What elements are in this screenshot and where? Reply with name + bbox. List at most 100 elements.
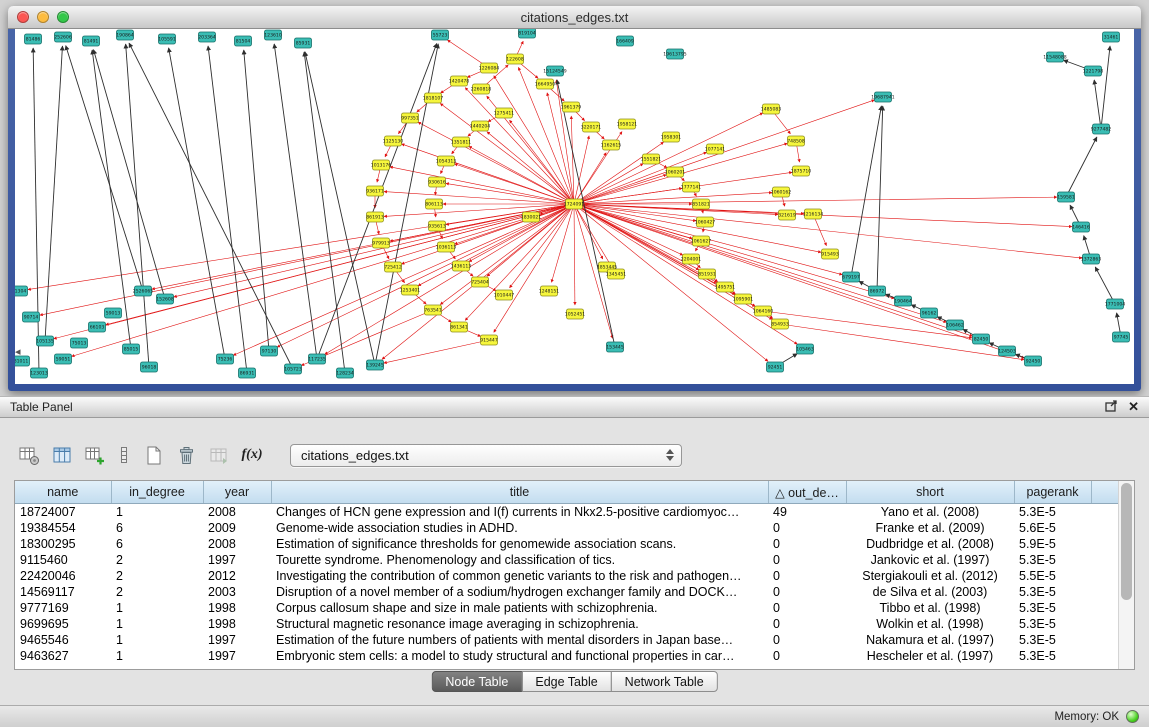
table-cell[interactable]: 9463627 — [15, 648, 111, 664]
network-node[interactable]: 1664950 — [535, 79, 556, 89]
column-header-short[interactable]: short — [846, 481, 1014, 504]
network-node[interactable]: 81491 — [83, 36, 100, 46]
table-cell[interactable]: 0 — [768, 552, 846, 568]
table-cell[interactable]: 0 — [768, 648, 846, 664]
column-header-year[interactable]: year — [203, 481, 271, 504]
network-node[interactable]: 75013 — [71, 338, 88, 348]
table-cell[interactable]: 2012 — [203, 568, 271, 584]
table-cell[interactable]: 49 — [768, 504, 846, 521]
table-cell[interactable]: Hescheler et al. (1997) — [846, 648, 1014, 664]
table-row[interactable]: 1872400712008Changes of HCN gene express… — [15, 504, 1119, 521]
new-table-icon[interactable] — [140, 442, 166, 468]
network-node[interactable]: 1958301 — [661, 132, 682, 142]
table-row[interactable]: 946362711997Embryonic stem cells: a mode… — [15, 648, 1119, 664]
close-window-button[interactable] — [17, 11, 29, 23]
network-node[interactable]: 2204001 — [681, 254, 702, 264]
collapse-arrow-icon[interactable]: ◂ — [15, 347, 21, 357]
network-node[interactable]: 97130 — [261, 346, 278, 356]
network-node[interactable]: 321619 — [778, 210, 796, 220]
column-visibility-icon[interactable] — [49, 442, 75, 468]
table-cell[interactable]: 5.3E-5 — [1014, 504, 1091, 521]
table-cell[interactable]: 5.3E-5 — [1014, 600, 1091, 616]
network-node[interactable]: 81304 — [15, 286, 28, 296]
network-node[interactable]: 1830021 — [521, 212, 542, 222]
table-row[interactable]: 2242004622012Investigating the contribut… — [15, 568, 1119, 584]
table-cell[interactable]: 1 — [111, 616, 203, 632]
zoom-window-button[interactable] — [57, 11, 69, 23]
table-cell[interactable]: de Silva et al. (2003) — [846, 584, 1014, 600]
table-cell[interactable]: 1997 — [203, 648, 271, 664]
network-node[interactable]: 124503 — [998, 346, 1016, 356]
network-node[interactable]: 1162615 — [601, 140, 622, 150]
network-node[interactable]: 166409 — [616, 36, 634, 46]
vertical-scrollbar[interactable] — [1118, 481, 1134, 669]
network-node[interactable]: 1961379 — [561, 102, 582, 112]
network-node[interactable]: 252606 — [54, 32, 72, 42]
column-header-title[interactable]: title — [271, 481, 768, 504]
network-node[interactable]: 915447 — [480, 335, 498, 345]
table-cell[interactable]: Dudbridge et al. (2008) — [846, 536, 1014, 552]
network-node[interactable]: 1875710 — [791, 166, 812, 176]
network-node[interactable]: 85015 — [123, 344, 140, 354]
network-node[interactable]: 55723 — [432, 30, 449, 40]
table-row[interactable]: 946554611997Estimation of the future num… — [15, 632, 1119, 648]
scrollbar-thumb[interactable] — [1121, 483, 1132, 600]
table-cell[interactable]: Tourette syndrome. Phenomenology and cla… — [271, 552, 768, 568]
network-node[interactable]: 92451 — [767, 362, 784, 372]
table-cell[interactable]: 1 — [111, 600, 203, 616]
network-node[interactable]: 1351811 — [451, 137, 472, 147]
table-row[interactable]: 977716911998Corpus callosum shape and si… — [15, 600, 1119, 616]
network-node[interactable]: 1275411 — [494, 108, 515, 118]
network-node[interactable]: 2260818 — [471, 84, 492, 94]
table-cell[interactable]: 5.3E-5 — [1014, 552, 1091, 568]
network-node[interactable]: 1077141 — [705, 144, 726, 154]
row-height-icon[interactable] — [115, 442, 133, 468]
function-builder-icon[interactable]: f(x) — [239, 442, 265, 468]
network-node[interactable]: 915493 — [821, 249, 839, 259]
network-node[interactable]: 1724091 — [564, 199, 585, 209]
network-node[interactable]: 1064160 — [753, 306, 774, 316]
table-cell[interactable]: 2009 — [203, 520, 271, 536]
network-node[interactable]: 146416 — [1072, 222, 1090, 232]
tab-edge-table[interactable]: Edge Table — [521, 671, 611, 692]
network-node[interactable]: 190864 — [116, 30, 134, 40]
table-cell[interactable]: 18724007 — [15, 504, 111, 521]
table-selector-combobox[interactable]: citations_edges.txt — [290, 444, 682, 467]
network-node[interactable]: 66103 — [89, 322, 106, 332]
network-node[interactable]: 679197 — [842, 272, 860, 282]
network-node[interactable]: 128234 — [336, 368, 354, 378]
table-cell[interactable]: 6 — [111, 520, 203, 536]
network-node[interactable]: 1777141 — [681, 182, 702, 192]
column-header-out_de[interactable]: △ out_de… — [768, 481, 846, 504]
table-cell[interactable]: 0 — [768, 600, 846, 616]
network-node[interactable]: 153445 — [606, 342, 624, 352]
table-cell[interactable]: 0 — [768, 520, 846, 536]
network-node[interactable]: 1436113 — [451, 261, 472, 271]
network-node[interactable]: 85931 — [295, 38, 312, 48]
table-row[interactable]: 911546021997Tourette syndrome. Phenomeno… — [15, 552, 1119, 568]
network-node[interactable]: 806113 — [425, 199, 443, 209]
network-node[interactable]: 82450 — [973, 334, 990, 344]
network-node[interactable]: 725404 — [471, 277, 489, 287]
table-cell[interactable]: Estimation of significance thresholds fo… — [271, 536, 768, 552]
network-node[interactable]: 1551821 — [641, 154, 662, 164]
network-node[interactable]: 1958121 — [617, 119, 638, 129]
table-cell[interactable]: 0 — [768, 536, 846, 552]
network-node[interactable]: 81504 — [235, 36, 252, 46]
network-node[interactable]: 851931 — [698, 269, 716, 279]
table-cell[interactable]: 2 — [111, 552, 203, 568]
network-node[interactable]: 96018 — [141, 362, 158, 372]
table-row[interactable]: 1456911722003Disruption of a novel membe… — [15, 584, 1119, 600]
table-mode-icon[interactable] — [16, 442, 42, 468]
network-node[interactable]: 1495751 — [715, 282, 736, 292]
table-cell[interactable]: 5.5E-5 — [1014, 568, 1091, 584]
network-node[interactable]: 935613 — [428, 221, 446, 231]
network-node[interactable]: 123013 — [30, 368, 48, 378]
network-node[interactable]: 3220171 — [581, 122, 602, 132]
table-cell[interactable]: 1 — [111, 632, 203, 648]
column-header-pagerank[interactable]: pagerank — [1014, 481, 1091, 504]
table-cell[interactable]: 5.9E-5 — [1014, 536, 1091, 552]
network-node[interactable]: 1771004 — [1105, 299, 1126, 309]
network-node[interactable]: 1440204 — [470, 121, 491, 131]
table-cell[interactable]: 5.6E-5 — [1014, 520, 1091, 536]
